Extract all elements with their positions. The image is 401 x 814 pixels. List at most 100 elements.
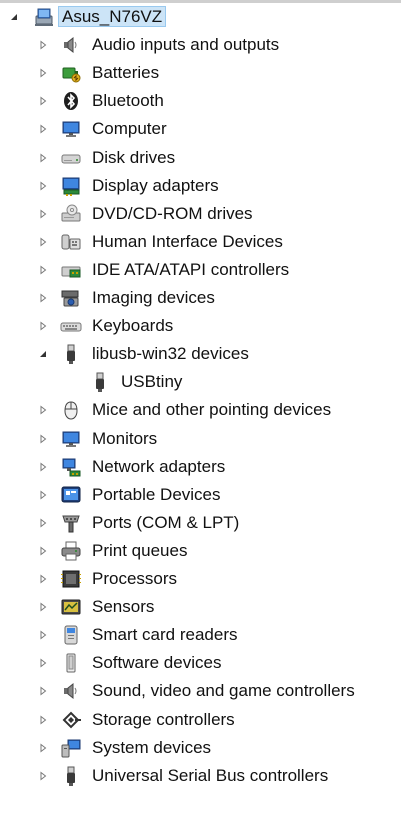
expand-arrow-icon[interactable] bbox=[37, 545, 49, 557]
portable-device-icon bbox=[60, 484, 82, 506]
expand-arrow-icon[interactable] bbox=[37, 601, 49, 613]
keyboard-icon bbox=[60, 315, 82, 337]
speaker-icon bbox=[60, 34, 82, 56]
tree-item-label: Bluetooth bbox=[92, 91, 164, 111]
expand-arrow-icon[interactable] bbox=[37, 657, 49, 669]
tree-item-label: Batteries bbox=[92, 63, 160, 83]
expand-arrow-icon[interactable] bbox=[37, 320, 49, 332]
mouse-icon bbox=[60, 399, 82, 421]
battery-icon bbox=[60, 62, 82, 84]
tree-item-sensors[interactable]: Sensors bbox=[0, 594, 401, 620]
expand-arrow-icon[interactable] bbox=[37, 152, 49, 164]
tree-item-label: Sound, video and game controllers bbox=[92, 681, 355, 701]
disk-drive-icon bbox=[60, 147, 82, 169]
expand-arrow-icon[interactable] bbox=[37, 208, 49, 220]
expand-arrow-icon[interactable] bbox=[37, 517, 49, 529]
processor-icon bbox=[60, 568, 82, 590]
collapse-arrow-icon[interactable] bbox=[37, 348, 49, 360]
tree-child-item-label: USBtiny bbox=[121, 372, 183, 392]
expand-arrow-icon[interactable] bbox=[37, 770, 49, 782]
expand-arrow-icon[interactable] bbox=[37, 95, 49, 107]
expand-arrow-icon[interactable] bbox=[37, 39, 49, 51]
tree-item-label: Computer bbox=[92, 119, 167, 139]
tree-item-label: Mice and other pointing devices bbox=[92, 400, 332, 420]
tree-item-label: Processors bbox=[92, 569, 178, 588]
dvd-drive-icon bbox=[60, 203, 82, 225]
storage-controller-icon bbox=[60, 709, 82, 731]
usb-plug-icon bbox=[60, 343, 82, 365]
tree-item-ide-ata-atapi-controllers[interactable]: IDE ATA/ATAPI controllers bbox=[0, 257, 401, 283]
tree-item-display-adapters[interactable]: Display adapters bbox=[0, 173, 401, 199]
tree-item-disk-drives[interactable]: Disk drives bbox=[0, 145, 401, 171]
port-icon bbox=[60, 512, 82, 534]
tree-item-storage-controllers[interactable]: Storage controllers bbox=[0, 707, 401, 733]
tree-item-mice-and-other-pointing-devices[interactable]: Mice and other pointing devices bbox=[0, 397, 401, 423]
tree-item-label: System devices bbox=[92, 737, 212, 757]
software-device-icon bbox=[60, 652, 82, 674]
tree-item-label: Network adapters bbox=[92, 456, 226, 476]
monitor-icon bbox=[60, 428, 82, 450]
tree-item-label: Universal Serial Bus controllers bbox=[92, 765, 329, 785]
tree-item-batteries[interactable]: Batteries bbox=[0, 60, 401, 86]
expand-arrow-icon[interactable] bbox=[37, 573, 49, 585]
tree-item-processors[interactable]: Processors bbox=[0, 566, 401, 592]
tree-item-sound-video-and-game-controllers[interactable]: Sound, video and game controllers bbox=[0, 678, 401, 704]
smart-card-reader-icon bbox=[60, 624, 82, 646]
tree-item-network-adapters[interactable]: Network adapters bbox=[0, 454, 401, 480]
tree-item-portable-devices[interactable]: Portable Devices bbox=[0, 482, 401, 508]
tree-item-imaging-devices[interactable]: Imaging devices bbox=[0, 285, 401, 311]
tree-item-label: Sensors bbox=[92, 597, 155, 617]
expand-arrow-icon[interactable] bbox=[37, 264, 49, 276]
ide-controller-icon bbox=[60, 259, 82, 281]
tree-item-label: Software devices bbox=[92, 653, 222, 673]
tree-item-label: Print queues bbox=[92, 540, 188, 560]
tree-item-audio-inputs-and-outputs[interactable]: Audio inputs and outputs bbox=[0, 32, 401, 58]
tree-item-keyboards[interactable]: Keyboards bbox=[0, 313, 401, 339]
expand-arrow-icon[interactable] bbox=[37, 489, 49, 501]
expand-arrow-icon[interactable] bbox=[37, 742, 49, 754]
tree-item-print-queues[interactable]: Print queues bbox=[0, 538, 401, 564]
computer-icon bbox=[33, 6, 55, 28]
tree-child-item-usbtiny[interactable]: USBtiny bbox=[0, 369, 401, 395]
tree-root-node[interactable]: Asus_N76VZ bbox=[0, 4, 401, 30]
expand-arrow-icon[interactable] bbox=[37, 236, 49, 248]
tree-item-label: libusb-win32 devices bbox=[92, 344, 249, 364]
expand-arrow-icon[interactable] bbox=[37, 714, 49, 726]
monitor-icon bbox=[60, 118, 82, 140]
tree-item-human-interface-devices[interactable]: Human Interface Devices bbox=[0, 229, 401, 255]
expand-arrow-icon[interactable] bbox=[37, 461, 49, 473]
tree-item-ports-com-lpt[interactable]: Ports (COM & LPT) bbox=[0, 510, 401, 536]
expand-arrow-icon[interactable] bbox=[37, 180, 49, 192]
tree-item-label: Disk drives bbox=[92, 147, 176, 167]
usb-plug-icon bbox=[60, 765, 82, 787]
tree-item-monitors[interactable]: Monitors bbox=[0, 426, 401, 452]
tree-item-computer[interactable]: Computer bbox=[0, 116, 401, 142]
tree-item-smart-card-readers[interactable]: Smart card readers bbox=[0, 622, 401, 648]
bluetooth-icon bbox=[60, 90, 82, 112]
tree-item-label: Monitors bbox=[92, 428, 158, 448]
expand-arrow-icon[interactable] bbox=[37, 685, 49, 697]
expand-arrow-icon[interactable] bbox=[37, 67, 49, 79]
tree-item-system-devices[interactable]: System devices bbox=[0, 735, 401, 761]
usb-plug-icon bbox=[89, 371, 111, 393]
expand-arrow-icon[interactable] bbox=[37, 404, 49, 416]
network-adapter-icon bbox=[60, 456, 82, 478]
tree-item-label: Storage controllers bbox=[92, 709, 235, 729]
expand-arrow-icon[interactable] bbox=[37, 629, 49, 641]
tree-item-label: Keyboards bbox=[92, 316, 174, 336]
expand-arrow-icon[interactable] bbox=[37, 123, 49, 135]
collapse-arrow-icon[interactable] bbox=[8, 11, 20, 23]
tree-item-dvd-cd-rom-drives[interactable]: DVD/CD-ROM drives bbox=[0, 201, 401, 227]
expand-arrow-icon[interactable] bbox=[37, 433, 49, 445]
tree-item-label: Imaging devices bbox=[92, 288, 215, 307]
tree-item-bluetooth[interactable]: Bluetooth bbox=[0, 88, 401, 114]
tree-item-libusb-win32-devices[interactable]: libusb-win32 devices bbox=[0, 341, 401, 367]
root-node-label: Asus_N76VZ bbox=[58, 6, 167, 27]
expand-arrow-icon[interactable] bbox=[37, 292, 49, 304]
sensor-icon bbox=[60, 596, 82, 618]
top-border bbox=[0, 0, 401, 3]
tree-item-universal-serial-bus-controllers[interactable]: Universal Serial Bus controllers bbox=[0, 763, 401, 789]
tree-item-software-devices[interactable]: Software devices bbox=[0, 650, 401, 676]
hid-icon bbox=[60, 231, 82, 253]
tree-item-label: Portable Devices bbox=[92, 484, 221, 504]
